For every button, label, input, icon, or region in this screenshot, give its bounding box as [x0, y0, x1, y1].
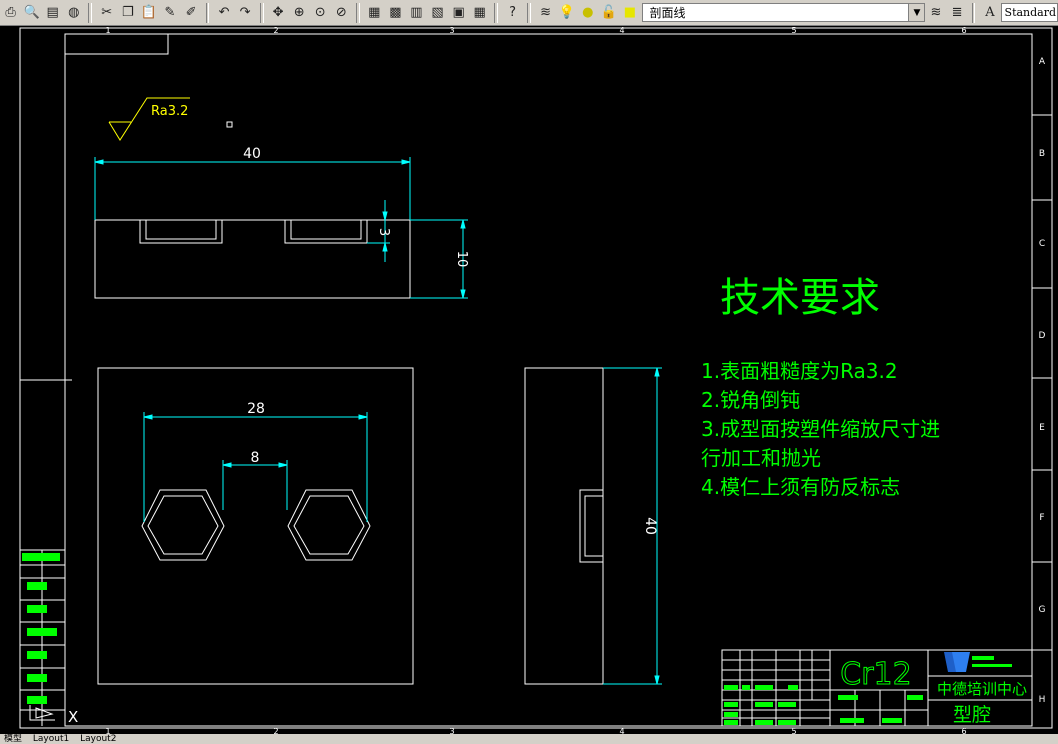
border-row-label: D [1039, 331, 1046, 341]
layout-tabs-bar: 模型 Layout1 Layout2 [0, 734, 1058, 744]
brush-icon[interactable]: ✐ [182, 3, 201, 23]
tool-palettes-icon[interactable]: ▥ [407, 3, 426, 23]
front-view [94, 219, 411, 299]
cut-icon[interactable]: ✂ [97, 3, 116, 23]
border-column-label: 3 [449, 26, 454, 35]
dim-top-width-lines [94, 157, 468, 299]
publish-icon[interactable]: ▤ [43, 3, 62, 23]
tech-note-3: 3.成型面按塑件缩放尺寸进 [701, 417, 940, 441]
zoom-realtime-icon[interactable]: ⊕ [290, 3, 309, 23]
match-properties-icon[interactable]: ✎ [160, 3, 179, 23]
sheet-set-icon[interactable]: ▧ [428, 3, 447, 23]
border-column-label: 2 [273, 727, 278, 734]
layer-lock-icon[interactable]: 🔓 [599, 3, 618, 23]
border-column-label: 6 [961, 727, 966, 734]
part-name-text: 型腔 [953, 704, 991, 726]
company-name-text: 中德培训中心 [937, 680, 1027, 698]
dim-plan-lines [143, 412, 368, 522]
make-layer-current-icon[interactable]: ≋ [926, 3, 945, 23]
right-zone-dividers [1032, 114, 1052, 651]
border-column-label: 1 [105, 26, 110, 35]
toolbar-separator [971, 2, 976, 23]
text-style-icon[interactable]: A [980, 3, 999, 23]
tab-layout1[interactable]: Layout1 [29, 734, 73, 744]
print-preview-icon[interactable]: 🔍 [22, 3, 41, 23]
redo-icon[interactable]: ↷ [236, 3, 255, 23]
pan-icon[interactable]: ✥ [269, 3, 288, 23]
dim-top-width-text: 40 [243, 146, 261, 162]
border-row-label: E [1039, 423, 1045, 433]
border-row-labels: A B C D E F G H [1039, 57, 1046, 705]
border-row-label: C [1039, 239, 1045, 249]
zoom-previous-icon[interactable]: ⊘ [332, 3, 351, 23]
text-style-dropdown[interactable]: Standard [1000, 3, 1058, 22]
tab-model[interactable]: 模型 [0, 734, 26, 744]
tech-note-4: 4.模仁上须有防反标志 [701, 475, 900, 499]
markup-icon[interactable]: ▣ [449, 3, 468, 23]
layer-on-bulb-icon[interactable]: 💡 [557, 3, 576, 23]
border-column-label: 5 [791, 26, 796, 35]
design-center-icon[interactable]: ▩ [386, 3, 405, 23]
toolbar-separator [205, 2, 210, 23]
ucs-x-label: X [68, 708, 78, 726]
material-text: Cr12 [840, 657, 911, 692]
toolbar-separator [355, 2, 360, 23]
layer-dropdown[interactable]: 剖面线 ▼ [642, 3, 926, 22]
tech-note-2: 2.锐角倒钝 [701, 388, 800, 412]
border-column-label: 4 [619, 727, 624, 734]
toolbar-separator [259, 2, 264, 23]
globe-icon[interactable]: ◍ [64, 3, 83, 23]
properties-icon[interactable]: ▦ [365, 3, 384, 23]
border-row-label: H [1039, 695, 1046, 705]
help-icon[interactable]: ? [503, 3, 522, 23]
border-row-label: G [1039, 605, 1046, 615]
drawing-canvas[interactable]: 1 1 2 2 3 3 4 4 5 5 6 6 A B C D E F G H Ra3.2 40 3 10 28 8… [0, 26, 1058, 734]
border-column-label: 4 [619, 26, 624, 35]
border-row-label: B [1039, 149, 1045, 159]
left-strip-fill-marks [22, 553, 60, 704]
copy-icon[interactable]: ❐ [118, 3, 137, 23]
layer-dropdown-value: 剖面线 [649, 6, 686, 20]
cursor-pickbox [226, 121, 233, 128]
layer-manager-icon[interactable]: ≋ [536, 3, 555, 23]
border-column-label: 2 [273, 26, 278, 35]
calculator-icon[interactable]: ▦ [470, 3, 489, 23]
toolbar-separator [88, 2, 93, 23]
dim-hex-span-text: 28 [247, 401, 265, 417]
border-column-label: 5 [791, 727, 796, 734]
border-row-label: F [1039, 513, 1044, 523]
dim-slot-depth-text: 3 [376, 228, 391, 236]
print-icon[interactable]: ⎙ [1, 3, 20, 23]
border-column-label: 3 [449, 727, 454, 734]
border-row-label: A [1039, 57, 1046, 67]
tech-requirements-title: 技术要求 [720, 275, 880, 321]
border-column-label: 1 [105, 727, 110, 734]
paste-icon[interactable]: 📋 [139, 3, 158, 23]
tab-layout2[interactable]: Layout2 [76, 734, 120, 744]
corner-label-box [65, 34, 169, 55]
zoom-window-icon[interactable]: ⊙ [311, 3, 330, 23]
tech-note-1: 1.表面粗糙度为Ra3.2 [701, 359, 898, 383]
layer-freeze-sun-icon[interactable]: ● [578, 3, 597, 23]
toolbar-separator [527, 2, 532, 23]
toolbar-separator [494, 2, 499, 23]
layer-previous-icon[interactable]: ≣ [947, 3, 966, 23]
dim-height-text: 10 [454, 251, 469, 268]
layer-color-swatch-icon[interactable]: ■ [620, 3, 639, 23]
side-view [524, 367, 604, 685]
tech-note-3-cont: 行加工和抛光 [701, 446, 821, 470]
standard-toolbar: ⎙ 🔍 ▤ ◍ ✂ ❐ 📋 ✎ ✐ ↶ ↷ ✥ ⊕ ⊙ ⊘ ▦ ▩ ▥ ▧ ▣ … [0, 0, 1058, 26]
dim-hex-gap-text: 8 [251, 450, 260, 466]
chevron-down-icon[interactable]: ▼ [908, 4, 925, 21]
undo-icon[interactable]: ↶ [214, 3, 233, 23]
dim-side-height-text: 40 [642, 517, 658, 535]
company-logo [944, 652, 1012, 672]
roughness-label: Ra3.2 [151, 104, 188, 119]
text-style-value: Standard [1004, 6, 1057, 19]
border-column-label: 6 [961, 26, 966, 35]
